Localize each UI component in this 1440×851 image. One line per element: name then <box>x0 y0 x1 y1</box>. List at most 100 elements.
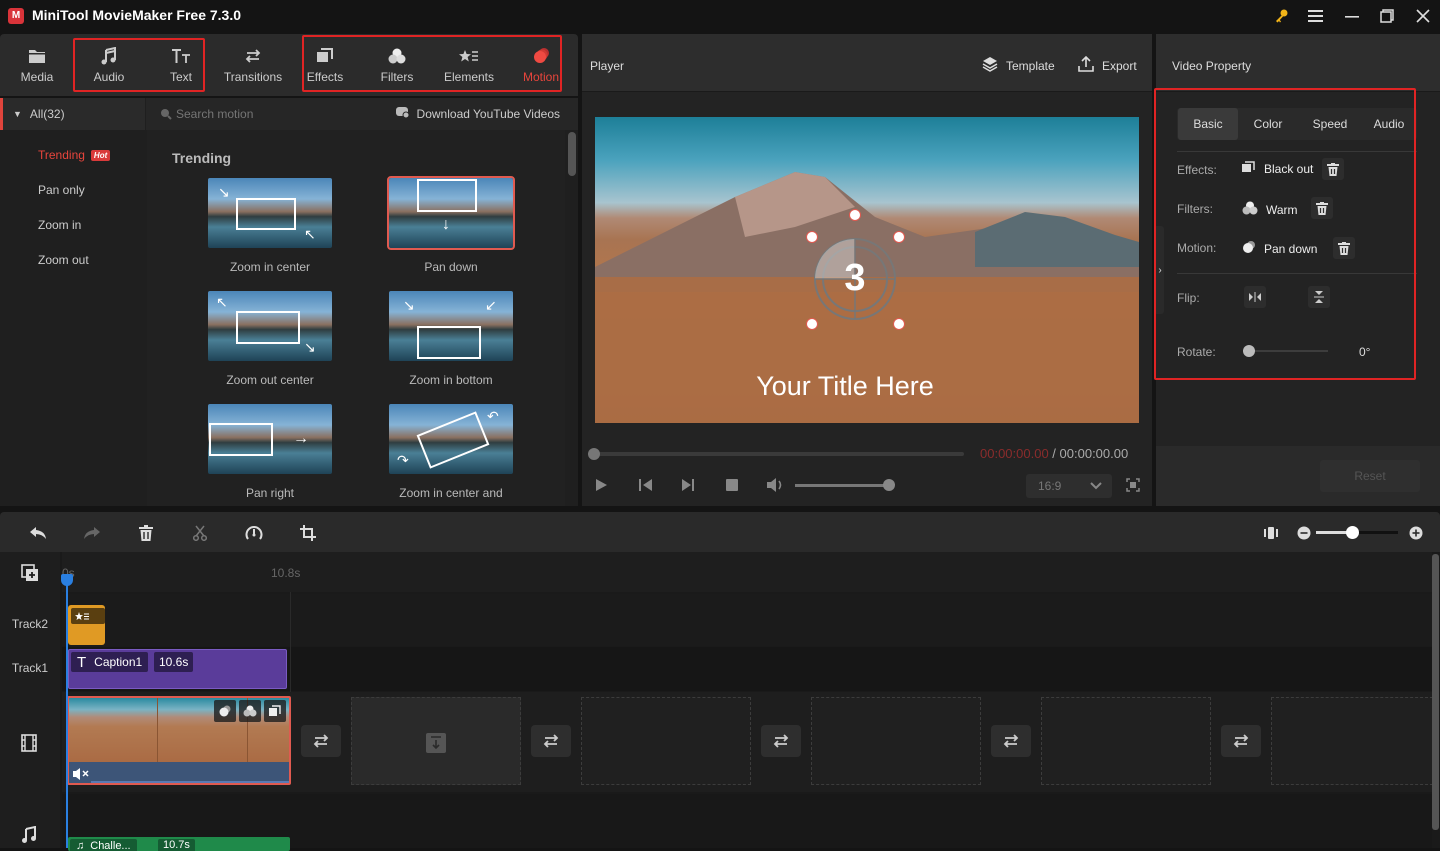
resize-handle[interactable] <box>893 231 905 243</box>
redo-button[interactable] <box>81 522 103 544</box>
rotate-slider[interactable] <box>1243 345 1328 357</box>
rotate-handle[interactable] <box>1243 345 1255 357</box>
tab-motion[interactable]: Motion <box>506 34 576 96</box>
transition-slot[interactable] <box>761 725 801 757</box>
aspect-ratio-select[interactable]: 16:9 <box>1026 474 1112 498</box>
play-button[interactable] <box>594 477 608 496</box>
playhead[interactable] <box>61 574 73 848</box>
template-label: Template <box>1006 58 1055 73</box>
flip-vertical-button[interactable] <box>1308 286 1330 308</box>
flip-horizontal-button[interactable] <box>1244 286 1266 308</box>
collapse-panel-handle[interactable]: › <box>1156 226 1164 314</box>
next-frame-button[interactable] <box>680 477 696 496</box>
close-icon[interactable] <box>1408 4 1438 28</box>
tab-color[interactable]: Color <box>1240 108 1296 140</box>
timeline-zoom-slider[interactable] <box>1316 526 1398 539</box>
resize-handle[interactable] <box>893 318 905 330</box>
countdown-element[interactable]: 3 <box>811 235 899 323</box>
time-ruler[interactable]: 0s 10.8s <box>62 552 1432 592</box>
tab-text[interactable]: Text <box>146 34 216 96</box>
maximize-icon[interactable] <box>1372 4 1402 28</box>
delete-button[interactable] <box>135 522 157 544</box>
resize-handle[interactable] <box>849 209 861 221</box>
key-icon[interactable] <box>1266 4 1296 28</box>
split-button[interactable] <box>189 522 211 544</box>
motion-item-zoom-in-center-rotate[interactable]: ↶ ↷ <box>389 404 513 474</box>
video-preview[interactable]: 3 Your Title Here <box>595 117 1139 423</box>
menu-icon[interactable] <box>1301 4 1331 28</box>
tab-media[interactable]: Media <box>2 34 72 96</box>
undo-button[interactable] <box>27 522 49 544</box>
motion-item-zoom-out-center[interactable]: ↖ ↘ <box>208 291 332 361</box>
tab-speed[interactable]: Speed <box>1298 108 1362 140</box>
flip-vertical-icon <box>1314 291 1324 303</box>
library-scrollbar[interactable] <box>568 132 576 176</box>
fit-timeline-button[interactable] <box>1260 522 1282 544</box>
video-clip[interactable] <box>67 696 291 785</box>
tab-filters[interactable]: Filters <box>362 34 432 96</box>
volume-handle[interactable] <box>883 479 895 491</box>
zoom-out-button[interactable] <box>1293 522 1315 544</box>
minimize-icon[interactable] <box>1337 4 1367 28</box>
tab-elements[interactable]: Elements <box>434 34 504 96</box>
seek-bar[interactable] <box>588 448 964 460</box>
delete-filter-button[interactable] <box>1311 197 1333 219</box>
search-input[interactable] <box>176 104 376 124</box>
stop-button[interactable] <box>725 478 739 495</box>
motion-item-zoom-in-bottom[interactable]: ↘ ↙ <box>389 291 513 361</box>
previous-frame-button[interactable] <box>638 477 654 496</box>
tab-basic[interactable]: Basic <box>1178 108 1238 140</box>
empty-clip-slot[interactable] <box>1271 697 1433 785</box>
tab-effects[interactable]: Effects <box>290 34 360 96</box>
category-pan-only[interactable]: Pan only <box>38 183 85 197</box>
export-button[interactable]: Export <box>1078 55 1137 75</box>
zoom-slider-handle[interactable] <box>1346 526 1359 539</box>
download-youtube-button[interactable]: Download YouTube Videos <box>395 107 560 121</box>
tab-audio[interactable]: Audio <box>74 34 144 96</box>
motion-item-zoom-in-center[interactable]: ↘ ↖ <box>208 178 332 248</box>
tab-transitions[interactable]: Transitions <box>218 34 288 96</box>
category-zoom-out[interactable]: Zoom out <box>38 253 89 267</box>
audio-clip-name: Challe... <box>90 840 131 851</box>
delete-motion-button[interactable] <box>1333 237 1355 259</box>
title-overlay[interactable]: Your Title Here <box>595 371 1095 402</box>
transition-slot[interactable] <box>1221 725 1261 757</box>
motion-item-pan-right[interactable]: → <box>208 404 332 474</box>
delete-effect-button[interactable] <box>1322 158 1344 180</box>
empty-clip-slot[interactable] <box>1041 697 1211 785</box>
media-toolbar: Media Audio Text Transitions Effects Fil… <box>0 34 578 96</box>
mute-icon[interactable] <box>73 768 89 783</box>
media-drop-placeholder[interactable] <box>351 697 521 785</box>
playhead-handle[interactable] <box>61 574 73 586</box>
template-button[interactable]: Template <box>982 56 1055 75</box>
filter-badge[interactable] <box>239 700 261 722</box>
add-track-button[interactable] <box>21 564 39 585</box>
tab-label: Filters <box>380 70 414 84</box>
transition-slot[interactable] <box>301 725 341 757</box>
empty-clip-slot[interactable] <box>581 697 751 785</box>
speed-button[interactable] <box>243 522 265 544</box>
tab-audio[interactable]: Audio <box>1362 108 1416 140</box>
audio-clip[interactable]: ♫ Challe... 10.7s <box>68 837 290 851</box>
seek-handle[interactable] <box>588 448 600 460</box>
transition-slot[interactable] <box>991 725 1031 757</box>
resize-handle[interactable] <box>806 231 818 243</box>
crop-button[interactable] <box>297 522 319 544</box>
transition-slot[interactable] <box>531 725 571 757</box>
effect-badge[interactable] <box>264 700 286 722</box>
reset-button[interactable]: Reset <box>1320 460 1420 492</box>
zoom-in-button[interactable] <box>1405 522 1427 544</box>
motion-badge[interactable] <box>214 700 236 722</box>
empty-clip-slot[interactable] <box>811 697 981 785</box>
category-trending[interactable]: Trending Hot <box>38 148 111 162</box>
fullscreen-icon[interactable] <box>1126 478 1140 495</box>
resize-handle[interactable] <box>806 318 818 330</box>
category-all[interactable]: ▼ All(32) <box>0 98 145 130</box>
element-clip[interactable] <box>68 605 105 645</box>
category-zoom-in[interactable]: Zoom in <box>38 218 81 232</box>
caption-clip[interactable]: T Caption1 10.6s <box>68 649 287 689</box>
volume-icon[interactable] <box>766 477 784 496</box>
motion-item-pan-down[interactable]: ↓ <box>387 176 515 250</box>
volume-slider[interactable] <box>795 479 895 491</box>
timeline-scrollbar[interactable] <box>1432 554 1439 830</box>
